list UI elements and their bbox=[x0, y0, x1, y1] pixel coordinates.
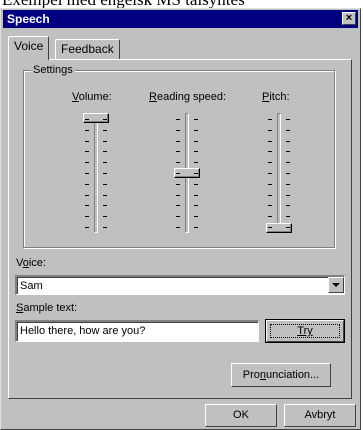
slider-tick bbox=[194, 173, 198, 174]
slider-tick bbox=[176, 183, 180, 185]
slider-tick bbox=[194, 216, 198, 218]
slider-tick bbox=[85, 173, 89, 174]
slider-tick bbox=[268, 173, 272, 174]
slider-tick bbox=[103, 205, 107, 207]
slider-tick bbox=[176, 140, 180, 142]
sample-text-label: Sample text: bbox=[16, 302, 78, 314]
slider-tick bbox=[286, 183, 290, 185]
sample-text-input[interactable]: Hello there, how are you? bbox=[15, 320, 259, 342]
slider-tick bbox=[194, 194, 198, 196]
slider-tick bbox=[286, 119, 290, 120]
slider-tick bbox=[268, 227, 272, 228]
slider-tick bbox=[268, 119, 272, 120]
slider-tick bbox=[194, 119, 198, 120]
slider-tick bbox=[176, 205, 180, 207]
slider-tick bbox=[103, 119, 107, 120]
slider-tick bbox=[103, 183, 107, 185]
slider-tick bbox=[103, 227, 107, 228]
slider-tick bbox=[85, 140, 89, 142]
volume-slider[interactable] bbox=[72, 110, 122, 240]
slider-tick bbox=[286, 216, 290, 218]
try-button[interactable]: Try bbox=[265, 319, 345, 343]
slider-tick bbox=[85, 119, 89, 120]
slider-tick bbox=[268, 162, 272, 164]
slider-tick bbox=[176, 151, 180, 153]
slider-tick bbox=[176, 194, 180, 196]
voice-select[interactable]: Sam bbox=[15, 275, 345, 295]
slider-tick bbox=[176, 129, 180, 131]
reading-speed-slider[interactable] bbox=[163, 110, 213, 240]
chevron-down-icon bbox=[332, 283, 340, 287]
settings-group-label: Settings bbox=[31, 64, 75, 76]
voice-dropdown-button[interactable] bbox=[328, 277, 344, 293]
slider-tick bbox=[85, 151, 89, 153]
slider-tick bbox=[268, 205, 272, 207]
slider-tick bbox=[268, 183, 272, 185]
slider-tick bbox=[85, 162, 89, 164]
slider-tick bbox=[286, 140, 290, 142]
slider-tick bbox=[286, 227, 290, 228]
slider-tick bbox=[103, 194, 107, 196]
slider-tick bbox=[194, 129, 198, 131]
slider-tick bbox=[268, 129, 272, 131]
pitch-slider[interactable] bbox=[255, 110, 305, 240]
slider-tick bbox=[194, 151, 198, 153]
slider-tick bbox=[176, 216, 180, 218]
slider-tick bbox=[194, 162, 198, 164]
volume-label: Volume: bbox=[72, 91, 112, 103]
slider-tick bbox=[85, 129, 89, 131]
slider-tick bbox=[85, 183, 89, 185]
pitch-track bbox=[277, 113, 281, 233]
slider-tick bbox=[194, 183, 198, 185]
slider-tick bbox=[85, 216, 89, 218]
slider-tick bbox=[103, 216, 107, 218]
ok-button[interactable]: OK bbox=[205, 404, 277, 427]
voice-selected-value: Sam bbox=[20, 280, 43, 292]
reading-speed-label: Reading speed: bbox=[149, 91, 227, 103]
pitch-label: Pitch: bbox=[262, 91, 290, 103]
slider-tick bbox=[85, 194, 89, 196]
slider-tick bbox=[286, 162, 290, 164]
sample-text-value: Hello there, how are you? bbox=[20, 325, 146, 337]
slider-tick bbox=[103, 140, 107, 142]
slider-tick bbox=[268, 216, 272, 218]
slider-tick bbox=[103, 151, 107, 153]
slider-tick bbox=[103, 162, 107, 164]
slider-tick bbox=[268, 140, 272, 142]
slider-tick bbox=[286, 205, 290, 207]
slider-tick bbox=[176, 227, 180, 228]
slider-tick bbox=[176, 119, 180, 120]
slider-tick bbox=[286, 173, 290, 174]
slider-tick bbox=[176, 173, 180, 174]
slider-tick bbox=[268, 151, 272, 153]
slider-tick bbox=[286, 129, 290, 131]
slider-tick bbox=[286, 151, 290, 153]
pronunciation-button[interactable]: Pronunciation... bbox=[231, 363, 331, 387]
slider-tick bbox=[194, 140, 198, 142]
cancel-button[interactable]: Avbryt bbox=[284, 404, 356, 427]
slider-tick bbox=[286, 194, 290, 196]
volume-thumb[interactable] bbox=[83, 113, 109, 123]
slider-tick bbox=[85, 227, 89, 228]
slider-tick bbox=[268, 194, 272, 196]
slider-tick bbox=[194, 205, 198, 207]
slider-tick bbox=[103, 129, 107, 131]
pitch-thumb[interactable] bbox=[266, 223, 292, 233]
slider-tick bbox=[85, 205, 89, 207]
slider-tick bbox=[103, 173, 107, 174]
voice-label: Voice: bbox=[16, 257, 46, 269]
slider-tick bbox=[194, 227, 198, 228]
volume-track bbox=[94, 113, 98, 233]
slider-tick bbox=[176, 162, 180, 164]
